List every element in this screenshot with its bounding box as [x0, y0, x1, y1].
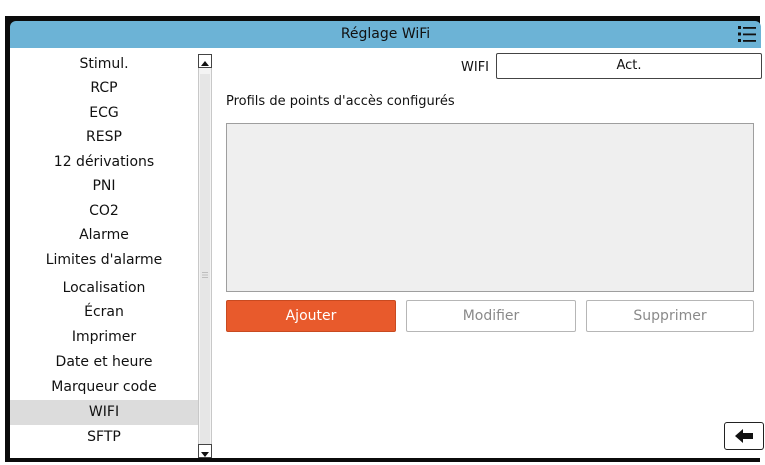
- scroll-down-button[interactable]: [198, 444, 212, 458]
- sidebar-scrollbar[interactable]: [198, 54, 212, 458]
- profiles-list[interactable]: [226, 123, 754, 292]
- grip-icon: [202, 272, 208, 278]
- sidebar-item-alarme[interactable]: Alarme: [10, 223, 198, 248]
- sidebar-item-ecran[interactable]: Écran: [10, 300, 198, 325]
- sidebar-item-marqueur-code[interactable]: Marqueur code: [10, 375, 198, 400]
- sidebar-item-wifi[interactable]: WIFI: [10, 400, 198, 425]
- profiles-title: Profils de points d'accès configurés: [226, 94, 455, 109]
- wifi-toggle-field[interactable]: Act.: [496, 53, 762, 79]
- scroll-up-button[interactable]: [198, 54, 212, 68]
- caret-down-icon: [201, 452, 209, 457]
- scroll-thumb[interactable]: [200, 74, 210, 448]
- list-menu-icon[interactable]: [737, 23, 757, 45]
- sidebar-item-sftp[interactable]: SFTP: [10, 425, 198, 450]
- settings-sidebar: Stimul. RCP ECG RESP 12 dérivations PNI …: [10, 48, 198, 458]
- add-button[interactable]: Ajouter: [226, 300, 396, 332]
- wifi-label: WIFI: [461, 60, 489, 75]
- wifi-settings-content: WIFI Act. Profils de points d'accès conf…: [224, 48, 764, 458]
- sidebar-item-ecg[interactable]: ECG: [10, 101, 198, 126]
- sidebar-item-12-derivations[interactable]: 12 dérivations: [10, 150, 198, 175]
- sidebar-item-resp[interactable]: RESP: [10, 125, 198, 150]
- sidebar-item-rcp[interactable]: RCP: [10, 76, 198, 101]
- sidebar-item-localisation[interactable]: Localisation: [10, 276, 198, 301]
- sidebar-item-date-heure[interactable]: Date et heure: [10, 350, 198, 375]
- back-button[interactable]: [724, 422, 764, 450]
- delete-button[interactable]: Supprimer: [586, 300, 754, 332]
- edit-button[interactable]: Modifier: [406, 300, 576, 332]
- sidebar-item-imprimer[interactable]: Imprimer: [10, 325, 198, 350]
- settings-panel: Stimul. RCP ECG RESP 12 dérivations PNI …: [10, 48, 764, 458]
- title-bar: Réglage WiFi: [10, 21, 761, 48]
- sidebar-item-stimul[interactable]: Stimul.: [10, 52, 198, 77]
- sidebar-item-limites-alarme[interactable]: Limites d'alarme: [10, 248, 198, 273]
- caret-up-icon: [201, 61, 209, 66]
- sidebar-item-co2[interactable]: CO2: [10, 199, 198, 224]
- sidebar-item-pni[interactable]: PNI: [10, 174, 198, 199]
- arrow-left-icon: [735, 429, 753, 443]
- page-title: Réglage WiFi: [340, 26, 431, 42]
